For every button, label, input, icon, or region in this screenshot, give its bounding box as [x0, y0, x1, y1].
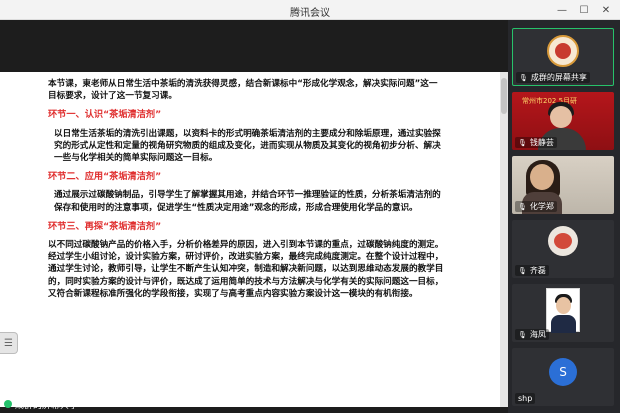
shared-slide: 本节课，東老师从日常生活中茶垢的清洗获得灵感，结合新课标中“形成化学观念，解决实…: [0, 72, 508, 407]
section-3-title: 环节三、再探“茶垢清洁剂”: [48, 220, 162, 232]
screen-share-status: 成群的屏幕共享: [4, 397, 78, 411]
participant-tile[interactable]: 常州市202 5月研 🎙 钱静芸: [512, 92, 614, 150]
participant-name: shp: [518, 394, 533, 403]
title-bar: 腾讯会议 — ☐ ✕: [0, 0, 620, 20]
window-controls: — ☐ ✕: [552, 2, 616, 18]
scroll-thumb[interactable]: [501, 78, 507, 114]
participant-name: 成群的屏幕共享: [530, 73, 587, 82]
participant-name: 海凤: [529, 330, 546, 339]
mic-icon: 🎙: [519, 73, 528, 82]
section-3-body: 以不同过碳酸钠产品的价格入手，分析价格差异的原因，进入引到本节课的重点，过碳酸钠…: [48, 240, 444, 299]
app-title: 腾讯会议: [290, 8, 330, 19]
screen-share-label: 成群的屏幕共享: [15, 400, 79, 411]
mic-icon: 🎙: [518, 330, 527, 339]
participant-name: 钱静芸: [529, 138, 554, 147]
participants-panel: 🎙 成群的屏幕共享 常州市202 5月研 🎙 钱静芸 🎙 化学郑 🎙 齐磊 🎙 …: [508, 20, 620, 413]
section-2-title: 环节二、应用“茶垢清洁剂”: [48, 171, 162, 183]
participant-tile[interactable]: 🎙 成群的屏幕共享: [512, 28, 614, 86]
slide-intro: 本节课，東老师从日常生活中茶垢的清洗获得灵感，结合新课标中“形成化学观念，解决实…: [48, 79, 438, 102]
mic-icon: 🎙: [518, 266, 527, 275]
participant-name: 齐磊: [529, 266, 546, 275]
avatar: [546, 288, 580, 333]
section-1-body: 以日常生活茶垢的清洗引出课题，以资料卡的形式明确茶垢清洁剂的主要成分和除垢原理，…: [54, 128, 441, 164]
slide-scrollbar[interactable]: [500, 72, 508, 407]
participant-name: 化学郑: [529, 202, 554, 211]
participant-tile[interactable]: S shp: [512, 348, 614, 406]
section-2-body: 通过展示过碳酸钠制品，引导学生了解掌握其用途，并结合环节一推理验证的性质，分析茶…: [54, 190, 441, 213]
side-toggle-icon[interactable]: ☰: [0, 332, 18, 354]
avatar: [548, 226, 578, 256]
participant-tile[interactable]: 🎙 齐磊: [512, 220, 614, 278]
participant-tile[interactable]: 🎙 化学郑: [512, 156, 614, 214]
shared-screen-area: 本节课，東老师从日常生活中茶垢的清洗获得灵感，结合新课标中“形成化学观念，解决实…: [0, 20, 508, 413]
close-icon[interactable]: ✕: [596, 2, 616, 18]
section-1-title: 环节一、认识“茶垢清洁剂”: [48, 109, 162, 121]
participant-tile[interactable]: 🎙 海凤: [512, 284, 614, 342]
avatar: S: [549, 358, 577, 386]
mic-icon: 🎙: [518, 202, 527, 211]
minimize-icon[interactable]: —: [552, 2, 572, 18]
maximize-icon[interactable]: ☐: [574, 2, 594, 18]
school-logo-icon: [547, 35, 579, 67]
slide-content: 本节课，東老师从日常生活中茶垢的清洗获得灵感，结合新课标中“形成化学观念，解决实…: [48, 78, 446, 307]
mic-icon: 🎙: [518, 138, 527, 147]
share-indicator-icon: [4, 400, 12, 408]
